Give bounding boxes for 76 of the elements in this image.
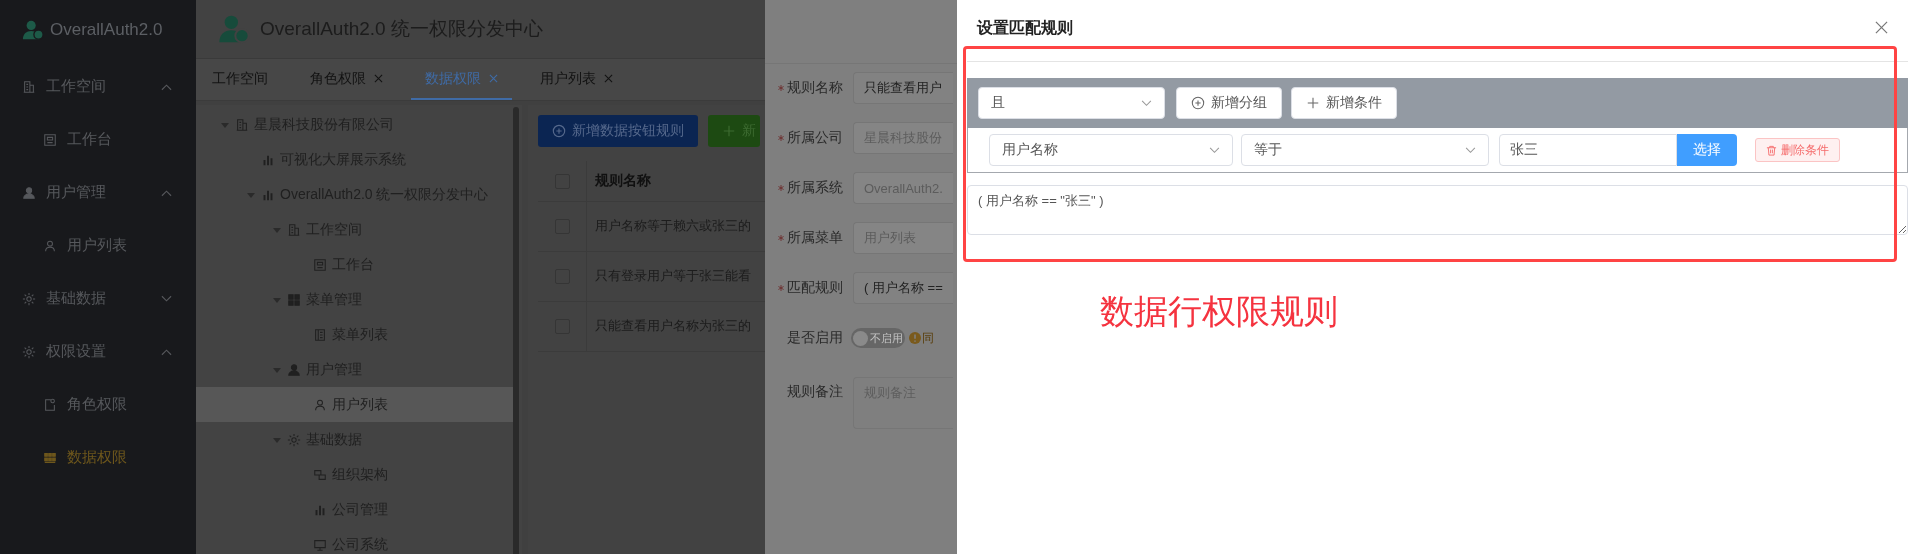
caret-icon [1141, 99, 1152, 107]
grid-icon [43, 450, 57, 465]
menu-item[interactable]: 基础数据 [0, 272, 196, 325]
add-button[interactable]: 新增分组 [1176, 87, 1282, 119]
user-logo-icon [218, 13, 250, 45]
plus-icon [722, 124, 736, 138]
caret-icon [1465, 146, 1476, 154]
caret-down-icon[interactable] [273, 295, 281, 304]
required-icon [778, 285, 784, 291]
caret-down-icon[interactable] [273, 435, 281, 444]
caret-down-icon[interactable] [247, 190, 255, 199]
delete-button[interactable]: 删除条件 [1755, 138, 1840, 162]
input-field[interactable]: 只能查看用户 [853, 72, 953, 104]
form-label: 所属系统 [787, 179, 843, 197]
required-icon [778, 185, 784, 191]
desk-icon [313, 257, 327, 272]
gear-icon [22, 291, 36, 306]
close-icon[interactable] [1875, 21, 1888, 34]
form-label: 所属菜单 [787, 229, 843, 247]
scrollbar[interactable] [513, 107, 519, 554]
menu-item[interactable]: 工作空间 [0, 60, 196, 113]
tab[interactable]: 数据权限 [411, 59, 512, 100]
document-icon [43, 397, 57, 412]
user-logo-icon [22, 19, 44, 41]
menu-item[interactable]: 用户管理 [0, 166, 196, 219]
form-label: 规则备注 [787, 382, 843, 401]
operator-select[interactable]: 等于 [1241, 134, 1489, 166]
dialog-title: 设置匹配规则 [977, 18, 1073, 38]
caret-down-icon[interactable] [273, 365, 281, 374]
required-icon [778, 235, 784, 241]
expression-field[interactable]: ( 用户名称 == "张三" ) [967, 185, 1908, 235]
menu-item[interactable]: 权限设置 [0, 325, 196, 378]
add-button[interactable]: 新增条件 [1291, 87, 1397, 119]
caret-down-icon[interactable] [221, 120, 229, 129]
logic-select[interactable]: 且 [978, 87, 1165, 119]
required-icon [778, 85, 784, 91]
required-icon [778, 135, 784, 141]
list-icon [313, 327, 327, 342]
squares-icon [313, 467, 327, 482]
close-icon[interactable] [489, 74, 498, 83]
user-icon [43, 238, 57, 253]
menu-item[interactable]: 用户列表 [0, 219, 196, 272]
user-icon [313, 397, 327, 412]
menu-item[interactable]: 数据权限 [0, 431, 196, 484]
menu-item[interactable]: 角色权限 [0, 378, 196, 431]
annotation-text: 数据行权限规则 [1099, 291, 1339, 332]
app-name: OverallAuth2.0 [50, 20, 163, 40]
form-label: 是否启用 [787, 329, 843, 347]
value-field[interactable]: 张三 [1499, 134, 1677, 166]
form-label: 规则名称 [787, 79, 843, 97]
grid-icon [287, 292, 301, 307]
building-icon [235, 117, 249, 132]
trash-icon [1766, 144, 1777, 156]
user-icon [22, 185, 36, 200]
close-icon[interactable] [604, 74, 613, 83]
menu-item[interactable]: 工作台 [0, 113, 196, 166]
toggle-switch[interactable]: 不启用 [851, 328, 905, 348]
monitor-icon [313, 537, 327, 552]
form-label: 所属公司 [787, 129, 843, 147]
caret-icon [1209, 146, 1220, 154]
plus-icon [1306, 96, 1320, 110]
desk-icon [43, 132, 57, 147]
caret-down-icon[interactable] [273, 225, 281, 234]
field-select[interactable]: 用户名称 [989, 134, 1233, 166]
gear-icon [287, 432, 301, 447]
hint-text: 同 [922, 329, 934, 347]
form-label: 匹配规则 [787, 279, 843, 297]
building-icon [22, 79, 36, 94]
user-icon [287, 362, 301, 377]
input-field[interactable]: ( 用户名称 == [853, 272, 953, 304]
add-button[interactable]: 新增数据按钮规则 [538, 115, 698, 147]
building-icon [287, 222, 301, 237]
close-icon[interactable] [374, 74, 383, 83]
gear-icon [22, 344, 36, 359]
select-button[interactable]: 选择 [1677, 134, 1737, 166]
warning-icon [909, 332, 921, 344]
